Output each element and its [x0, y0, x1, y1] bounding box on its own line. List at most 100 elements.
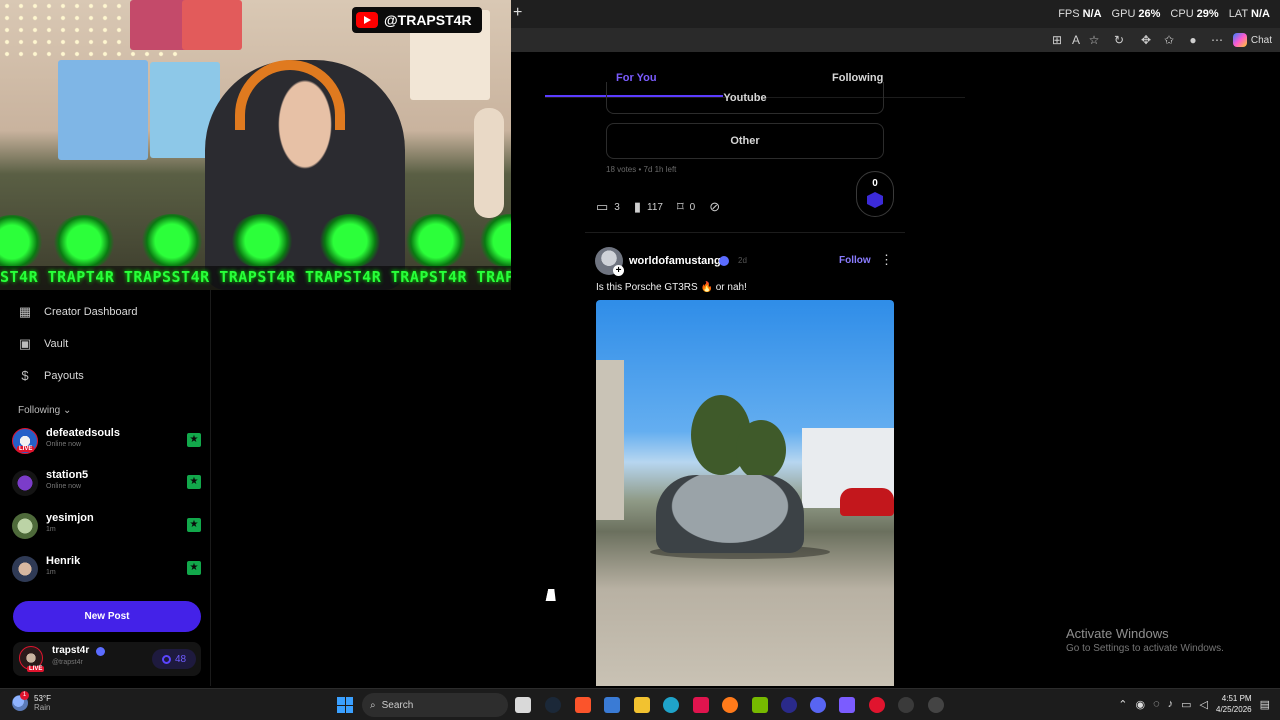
- follow-button[interactable]: Follow: [839, 255, 871, 266]
- live-badge: LIVE: [27, 666, 45, 672]
- share-link-button[interactable]: ⊘: [709, 199, 720, 215]
- read-aloud-icon[interactable]: A: [1069, 33, 1083, 47]
- wall-poster: [58, 60, 148, 160]
- fps-readout: FPS N/A: [1058, 8, 1102, 20]
- gem-icon: [867, 192, 883, 208]
- app-icon[interactable]: [781, 697, 797, 713]
- notification-badge: 1: [20, 691, 29, 700]
- add-icon[interactable]: +: [613, 265, 624, 276]
- microphone-icon[interactable]: ♪: [1168, 698, 1174, 710]
- dollar-icon: $: [21, 368, 29, 383]
- cpu-readout: CPU 29%: [1170, 8, 1219, 20]
- tree: [736, 420, 786, 480]
- edge-icon[interactable]: [663, 697, 679, 713]
- search-icon: ⌕: [370, 699, 376, 711]
- post-age: 2d: [738, 256, 747, 265]
- coin-icon: [161, 654, 171, 664]
- firefox-icon[interactable]: [722, 697, 738, 713]
- following-item[interactable]: LIVE defeatedsouls Online now ★: [12, 426, 204, 456]
- dashboard-icon: ▦: [18, 304, 32, 319]
- brave-icon[interactable]: [575, 697, 591, 713]
- green-emblem: [52, 215, 116, 269]
- bookmark-icon: ⌑: [676, 199, 684, 214]
- sidebar-item-vault[interactable]: ▣ Vault: [18, 337, 68, 351]
- sidebar-item-payouts[interactable]: $ Payouts: [18, 368, 83, 383]
- sidebar-item-creator-dashboard[interactable]: ▦ Creator Dashboard: [18, 305, 138, 319]
- post-actions: ▭ 3 ▮ 117 ⌑ 0 ⊘: [596, 199, 734, 215]
- file-explorer-icon[interactable]: [634, 697, 650, 713]
- profile-card[interactable]: LIVE trapst4r @trapst4r 48: [13, 642, 201, 676]
- green-emblem: [230, 214, 294, 268]
- start-button[interactable]: [337, 697, 353, 713]
- bookmark-button[interactable]: ⌑ 0: [677, 199, 695, 215]
- green-emblem: [478, 214, 511, 268]
- more-icon[interactable]: ⋯: [1210, 33, 1224, 47]
- steam-icon[interactable]: [545, 697, 561, 713]
- star-icon[interactable]: ★: [187, 518, 201, 532]
- following-item[interactable]: yesimjon 1m ★: [12, 511, 204, 541]
- app-icon[interactable]: [928, 697, 944, 713]
- bar-chart-icon: ▮: [633, 199, 642, 214]
- activate-windows-subtitle: Go to Settings to activate Windows.: [1066, 643, 1224, 654]
- green-emblem: [0, 215, 44, 269]
- verified-icon: [719, 256, 729, 266]
- star-icon[interactable]: ★: [187, 475, 201, 489]
- poll-meta: 18 votes • 7d 1h left: [606, 165, 677, 174]
- chevron-up-icon[interactable]: ⌃: [1118, 698, 1127, 711]
- profile-name: trapst4r: [52, 645, 90, 656]
- green-emblem: [318, 214, 382, 268]
- vote-badge[interactable]: 0: [856, 171, 894, 217]
- star-icon[interactable]: ★: [187, 433, 201, 447]
- coin-balance[interactable]: 48: [152, 649, 196, 669]
- windows-taskbar: 1 53°F Rain ⌕ Search ⌃ ◉ ◌ ♪ ▭ ◁ 4:51 PM…: [0, 688, 1280, 720]
- steam-tray-icon[interactable]: ◉: [1135, 698, 1145, 711]
- obs-icon[interactable]: [898, 697, 914, 713]
- following-item[interactable]: station5 Online now ★: [12, 468, 204, 498]
- wall-poster: [182, 0, 242, 50]
- verified-icon: [96, 647, 105, 656]
- new-post-button[interactable]: New Post: [13, 601, 201, 632]
- comments-button[interactable]: ▭ 3: [596, 199, 620, 215]
- copilot-chat-button[interactable]: Chat: [1232, 33, 1272, 47]
- discord-icon[interactable]: [810, 697, 826, 713]
- notepad-icon[interactable]: [604, 697, 620, 713]
- rain-icon: 1: [12, 691, 29, 711]
- tiktok-icon[interactable]: [693, 697, 709, 713]
- following-header[interactable]: Following ⌄: [18, 405, 71, 416]
- porsche-car: [656, 475, 804, 553]
- avatar: [12, 556, 38, 582]
- new-tab-icon[interactable]: +: [513, 5, 527, 21]
- youtube-handle: @TRAPST4R: [384, 12, 472, 28]
- clock[interactable]: 4:51 PM 4/25/2026: [1216, 693, 1252, 715]
- comment-icon: ▭: [596, 199, 609, 214]
- profile-icon[interactable]: ●: [1186, 33, 1200, 47]
- extensions-icon[interactable]: ✥: [1139, 33, 1153, 47]
- post-author[interactable]: worldofamustang: [629, 255, 721, 267]
- weather-widget[interactable]: 1 53°F Rain: [12, 691, 51, 712]
- task-view-icon[interactable]: [515, 697, 531, 713]
- refresh-icon[interactable]: ↻: [1112, 33, 1126, 47]
- notifications-icon[interactable]: ▤: [1260, 698, 1270, 711]
- app-icon[interactable]: ⊞: [1050, 33, 1064, 47]
- taskbar-search[interactable]: ⌕ Search: [362, 693, 508, 717]
- app-icon[interactable]: [869, 697, 885, 713]
- poll-option-youtube[interactable]: Youtube: [606, 82, 884, 114]
- avatar: [12, 513, 38, 539]
- network-tray-icon[interactable]: ◌: [1153, 698, 1160, 710]
- favorites-icon[interactable]: ✩: [1162, 33, 1176, 47]
- volume-icon[interactable]: ◁: [1200, 698, 1208, 711]
- views-stat: ▮ 117: [633, 199, 663, 214]
- post-image[interactable]: [596, 300, 894, 686]
- more-options-icon[interactable]: ⋮: [880, 252, 893, 268]
- avatar: [12, 470, 38, 496]
- nvidia-icon[interactable]: [752, 697, 768, 713]
- poll-option-other[interactable]: Other: [606, 123, 884, 159]
- lat-readout: LAT N/A: [1228, 8, 1270, 20]
- app-grid-icon[interactable]: [839, 697, 855, 713]
- vote-count: 0: [872, 178, 878, 189]
- post-divider: [585, 232, 905, 233]
- display-icon[interactable]: ▭: [1181, 698, 1191, 711]
- star-icon[interactable]: ★: [187, 561, 201, 575]
- following-item[interactable]: Henrik 1m ★: [12, 554, 204, 584]
- favorite-icon[interactable]: ☆: [1087, 33, 1101, 47]
